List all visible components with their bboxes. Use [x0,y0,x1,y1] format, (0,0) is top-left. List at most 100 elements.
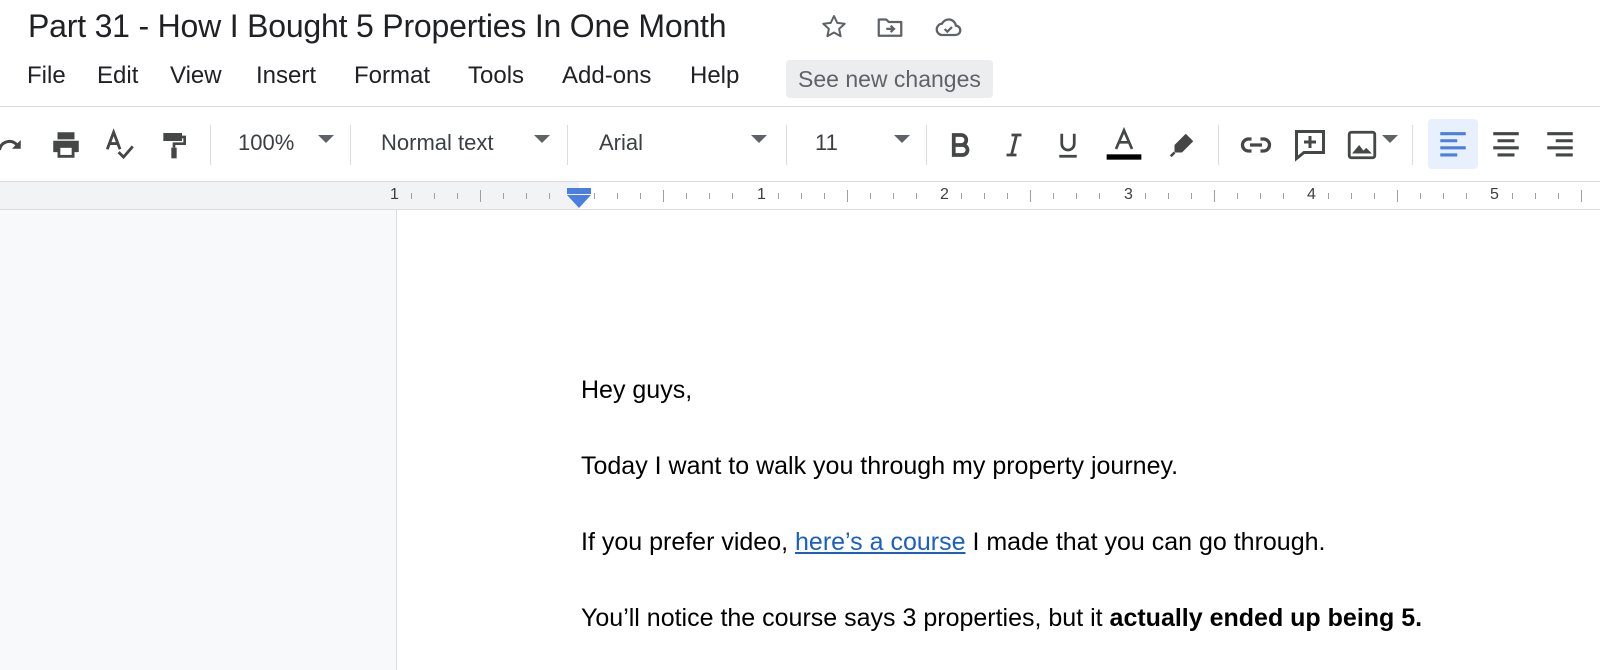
underline-icon[interactable] [1048,125,1088,165]
ruler-tick [1328,193,1329,199]
menu-insert[interactable]: Insert [256,60,316,92]
ruler-tick [1420,193,1421,199]
ruler-tick [1237,193,1238,199]
ruler-tick [1099,193,1100,199]
ruler-tick [916,193,917,199]
document-background [0,210,396,670]
move-to-folder-icon[interactable] [874,11,906,43]
ruler-tick [732,193,733,199]
paragraph-intro[interactable]: Today I want to walk you through my prop… [581,450,1178,482]
ruler-label: 1 [757,186,766,203]
add-comment-icon[interactable] [1290,125,1330,165]
ruler-tick [1512,193,1513,199]
ruler-tick [824,193,825,199]
spellcheck-icon[interactable] [100,125,140,165]
paragraph-text: If you prefer video, [581,528,796,556]
print-icon[interactable] [46,125,86,165]
ruler-tick [961,193,962,199]
font-select[interactable]: Arial [599,127,643,159]
ruler-tick [640,193,641,199]
ruler-tick [847,190,848,202]
ruler-tick [549,193,550,199]
paragraph-video[interactable]: If you prefer video, here’s a course I m… [581,526,1325,558]
ruler-tick [617,193,618,199]
insert-image-caret-icon[interactable] [1382,135,1398,143]
ruler-tick [1007,193,1008,199]
document-title[interactable]: Part 31 - How I Bought 5 Properties In O… [28,4,727,48]
ruler-tick [1397,190,1398,202]
ruler-tick [1443,193,1444,199]
ruler-tick [1581,190,1582,202]
ruler-tick [1214,190,1215,202]
italic-icon[interactable] [994,125,1034,165]
toolbar-separator [567,125,568,165]
see-new-changes-button[interactable]: See new changes [786,60,993,98]
menu-view[interactable]: View [170,60,222,92]
ruler-tick [709,193,710,199]
font-size-caret-icon[interactable] [894,135,910,143]
style-select[interactable]: Normal text [381,127,493,159]
ruler-tick [1558,193,1559,199]
star-icon[interactable] [818,11,850,43]
toolbar-separator [1412,125,1413,165]
ruler-tick [526,193,527,199]
ruler-tick [1053,193,1054,199]
ruler-label: 5 [1490,186,1499,203]
menu-file[interactable]: File [27,60,66,92]
ruler-tick [1351,193,1352,199]
document-page[interactable] [396,210,1600,670]
ruler-tick [663,190,664,202]
text-color-icon[interactable] [1104,125,1144,165]
toolbar-separator [1218,125,1219,165]
menu-help[interactable]: Help [690,60,739,92]
ruler-tick [1466,193,1467,199]
insert-image-icon[interactable] [1342,125,1382,165]
ruler-tick [1030,190,1031,202]
cloud-saved-icon[interactable] [932,11,964,43]
ruler-tick [1283,193,1284,199]
zoom-caret-icon[interactable] [318,135,334,143]
align-center-icon[interactable] [1486,125,1526,165]
menu-tools[interactable]: Tools [468,60,524,92]
paragraph-properties[interactable]: You’ll notice the course says 3 properti… [581,602,1422,634]
paragraph-text: I made that you can go through. [965,528,1326,556]
ruler-tick [434,193,435,199]
ruler-tick [457,193,458,199]
ruler-tick [893,193,894,199]
paragraph-greeting[interactable]: Hey guys, [581,374,692,406]
redo-icon[interactable] [0,125,32,165]
ruler-tick [870,193,871,199]
style-caret-icon[interactable] [534,135,550,143]
toolbar-separator [350,125,351,165]
paragraph-text: You’ll notice the course says 3 properti… [581,604,1110,632]
toolbar: 100% Normal text Arial 11 [0,107,1600,181]
ruler-tick [480,190,481,202]
ruler-label: 1 [390,186,399,203]
ruler-tick [686,193,687,199]
paint-format-icon[interactable] [154,125,194,165]
align-left-icon[interactable] [1433,125,1473,165]
ruler-tick [1168,193,1169,199]
course-link[interactable]: here’s a course [795,528,965,556]
align-right-icon[interactable] [1540,125,1580,165]
ruler-tick [503,193,504,199]
bold-icon[interactable] [940,125,980,165]
font-caret-icon[interactable] [751,135,767,143]
menu-edit[interactable]: Edit [97,60,138,92]
title-bar: Part 31 - How I Bought 5 Properties In O… [0,0,1600,52]
link-icon[interactable] [1236,125,1276,165]
toolbar-separator [926,125,927,165]
menu-add-ons[interactable]: Add-ons [562,60,651,92]
highlight-icon[interactable] [1162,125,1202,165]
ruler-tick [984,193,985,199]
bold-text: actually ended up being 5. [1109,604,1423,632]
ruler-tick [1374,193,1375,199]
ruler-label: 4 [1307,186,1316,203]
ruler-tick [801,193,802,199]
font-size-select[interactable]: 11 [815,127,838,159]
toolbar-separator [210,125,211,165]
zoom-select[interactable]: 100% [238,127,294,159]
menu-format[interactable]: Format [354,60,430,92]
ruler-tick [1076,193,1077,199]
ruler-label: 3 [1124,186,1133,203]
